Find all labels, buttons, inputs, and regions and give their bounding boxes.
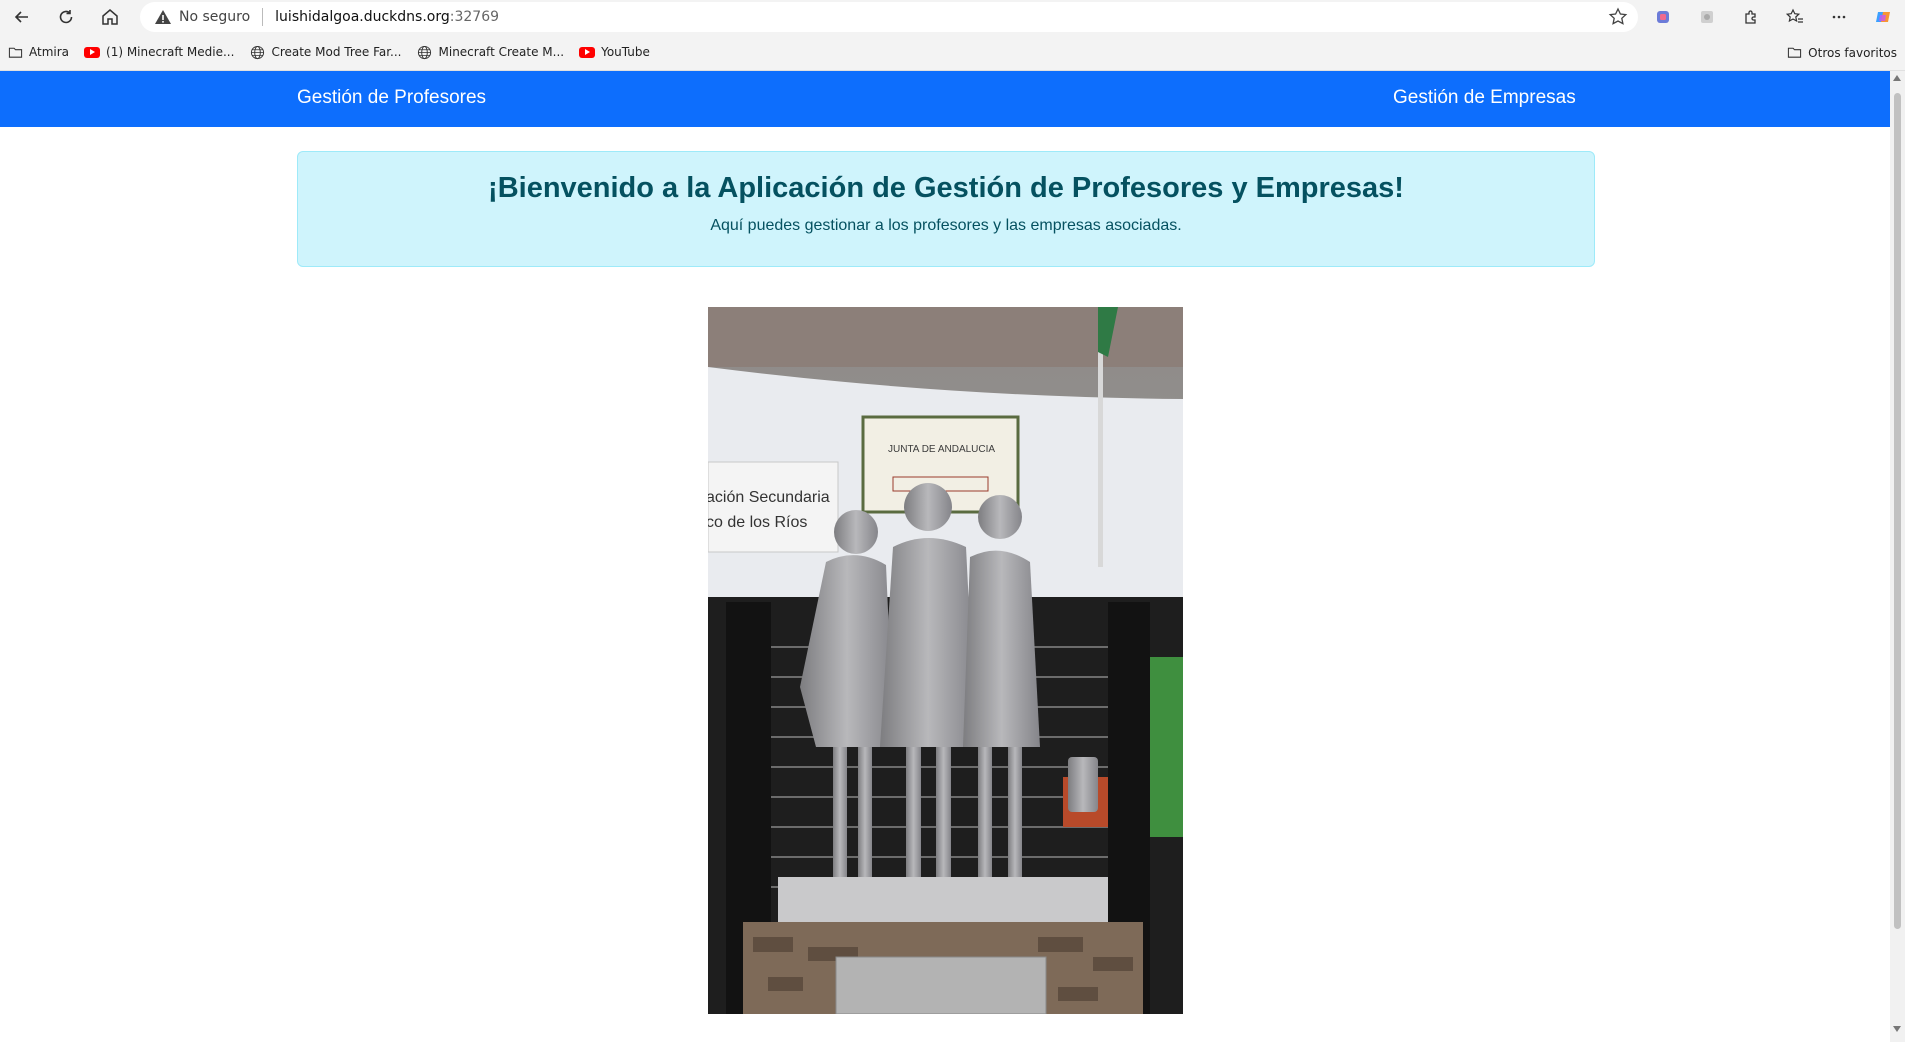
- more-menu-button[interactable]: [1817, 0, 1861, 34]
- bookmark-label: Atmira: [29, 45, 70, 59]
- scroll-up-arrow-icon[interactable]: [1893, 75, 1901, 81]
- globe-icon: [249, 44, 265, 60]
- extension-button-1[interactable]: [1641, 0, 1685, 34]
- bookmark-label: Create Mod Tree Far...: [271, 45, 402, 59]
- bookmark-label: (1) Minecraft Medie...: [106, 45, 235, 59]
- bookmark-minecraft-medieval[interactable]: (1) Minecraft Medie...: [84, 44, 234, 60]
- back-button[interactable]: [0, 0, 44, 34]
- page-viewport: Gestión de Profesores Gestión de Empresa…: [0, 71, 1905, 1042]
- home-button[interactable]: [88, 0, 132, 34]
- other-bookmarks[interactable]: Otros favoritos: [1787, 34, 1897, 71]
- favorites-list-icon: [1786, 8, 1803, 23]
- sign-text-secundaria: ación Secundaria: [708, 489, 830, 506]
- welcome-subtitle: Aquí puedes gestionar a los profesores y…: [710, 217, 1182, 234]
- nav-link-profesores[interactable]: Gestión de Profesores: [297, 87, 486, 109]
- bookmark-create-mod-tree[interactable]: Create Mod Tree Far...: [249, 44, 402, 60]
- favorite-star-icon[interactable]: [1608, 7, 1628, 27]
- favorites-button[interactable]: [1773, 0, 1817, 34]
- extension-gray-icon: [1701, 11, 1713, 23]
- bookmark-label: Minecraft Create M...: [438, 45, 565, 59]
- puzzle-icon: [1745, 10, 1756, 24]
- school-statue-photo: ación Secundaria co de los Ríos JUNTA DE…: [708, 307, 1183, 1014]
- extension-button-2[interactable]: [1685, 0, 1729, 34]
- globe-icon: [417, 44, 433, 60]
- address-bar[interactable]: No seguro luishidalgoa.duckdns.org:32769: [140, 2, 1638, 32]
- navbar: Gestión de Profesores Gestión de Empresa…: [0, 71, 1890, 127]
- youtube-icon: [84, 44, 101, 60]
- other-bookmarks-label: Otros favoritos: [1808, 45, 1897, 60]
- youtube-icon: [579, 44, 596, 60]
- bookmarks-bar: Atmira (1) Minecraft Medie... Create Mod…: [0, 34, 1905, 71]
- copilot-icon: [1876, 12, 1890, 22]
- page-scrollbar[interactable]: [1890, 71, 1905, 1042]
- security-label[interactable]: No seguro: [179, 9, 250, 25]
- reload-icon: [59, 10, 73, 24]
- bookmark-minecraft-create[interactable]: Minecraft Create M...: [417, 44, 565, 60]
- bookmark-youtube[interactable]: YouTube: [579, 44, 650, 60]
- nav-link-empresas[interactable]: Gestión de Empresas: [1393, 87, 1576, 109]
- copilot-button[interactable]: [1861, 0, 1905, 34]
- sign-text-rios: co de los Ríos: [708, 514, 807, 531]
- scrollbar-thumb[interactable]: [1894, 93, 1901, 929]
- warning-icon: [155, 10, 171, 24]
- toolbar-right-icons: [1641, 0, 1905, 34]
- bookmark-atmira[interactable]: Atmira: [7, 44, 69, 60]
- reload-button[interactable]: [44, 0, 88, 34]
- home-icon: [102, 9, 118, 25]
- url-host: luishidalgoa.duckdns.org: [275, 9, 450, 25]
- extension-app-icon: [1657, 11, 1669, 23]
- welcome-alert: ¡Bienvenido a la Aplicación de Gestión d…: [297, 151, 1595, 267]
- more-dots-icon: [1832, 15, 1846, 19]
- folder-icon: [1787, 45, 1803, 61]
- welcome-title: ¡Bienvenido a la Aplicación de Gestión d…: [488, 172, 1404, 204]
- sign-text-junta: JUNTA DE ANDALUCIA: [888, 444, 995, 455]
- statue-image: ación Secundaria co de los Ríos JUNTA DE…: [708, 307, 1183, 1014]
- back-arrow-icon: [14, 11, 28, 23]
- extensions-button[interactable]: [1729, 0, 1773, 34]
- bookmark-label: YouTube: [601, 45, 650, 59]
- address-separator: [262, 8, 264, 26]
- folder-icon: [7, 44, 23, 60]
- url-port: :32769: [449, 9, 500, 25]
- scroll-down-arrow-icon[interactable]: [1893, 1026, 1901, 1032]
- browser-toolbar: No seguro luishidalgoa.duckdns.org:32769: [0, 0, 1905, 34]
